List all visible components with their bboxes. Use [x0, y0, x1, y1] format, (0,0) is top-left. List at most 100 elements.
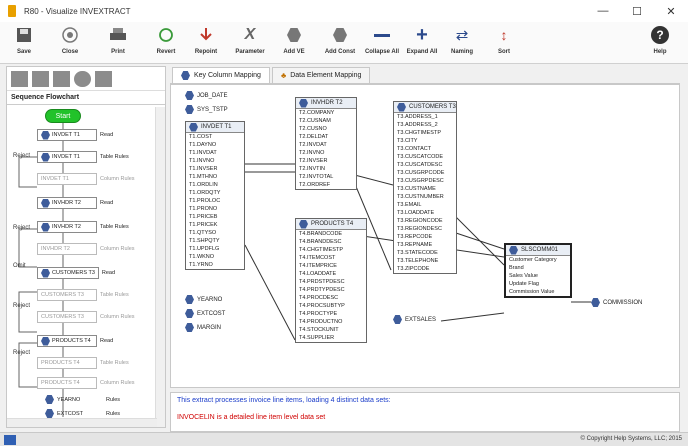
table-column-row[interactable]: T3.CUSGRPDESC: [394, 177, 456, 185]
flow-node-products-read[interactable]: PRODUCTS T4 Read: [37, 335, 113, 347]
table-header[interactable]: INVDET T1: [186, 122, 244, 133]
table-column-row[interactable]: T1.YRNO: [186, 261, 244, 269]
table-column-row[interactable]: T2.CUSNO: [296, 125, 356, 133]
expand-all-button[interactable]: + Expand All: [400, 24, 444, 55]
table-column-row[interactable]: T2.CUSNAM: [296, 117, 356, 125]
start-node[interactable]: Start: [45, 109, 81, 123]
revert-button[interactable]: Revert: [144, 24, 188, 55]
tab-key-column-mapping[interactable]: Key Column Mapping: [172, 67, 270, 83]
table-column-row[interactable]: T4.ITEMPRICE: [296, 262, 366, 270]
table-column-row[interactable]: T4.PROCTYPE: [296, 310, 366, 318]
table-column-row[interactable]: T3.CONTACT: [394, 145, 456, 153]
table-column-row[interactable]: T4.ITEMCOST: [296, 254, 366, 262]
hexagon-shape-icon[interactable]: [95, 71, 112, 87]
table-column-row[interactable]: T1.PRICEK: [186, 221, 244, 229]
flow-node-products-column[interactable]: PRODUCTS T4 Column Rules: [37, 377, 135, 389]
table-view-icon[interactable]: [53, 71, 70, 87]
table-header[interactable]: SLSCOMM01: [506, 245, 570, 256]
table-column-row[interactable]: T4.BRANDCODE: [296, 230, 366, 238]
save-button[interactable]: Save: [2, 24, 46, 55]
table-column-row[interactable]: T3.REPNAME: [394, 241, 456, 249]
flow-node-invdet-column[interactable]: INVDET T1 Column Rules: [37, 173, 135, 185]
add-const-button[interactable]: Add Const: [318, 24, 362, 55]
table-column-row[interactable]: T1.INVSER: [186, 165, 244, 173]
table-column-row[interactable]: T3.CUSCATCODE: [394, 153, 456, 161]
table-products[interactable]: PRODUCTS T4 T4.BRANDCODE T4.BRANDDESC T4.C…: [295, 218, 367, 343]
table-column-row[interactable]: T1.PRICEB: [186, 213, 244, 221]
table-column-row[interactable]: T4.PRODUCTNO: [296, 318, 366, 326]
maximize-button[interactable]: ☐: [620, 0, 654, 22]
table-column-row[interactable]: T4.PRDSTPDESC: [296, 278, 366, 286]
variable-margin[interactable]: MARGIN: [185, 323, 221, 332]
variable-extcost[interactable]: EXTCOST: [185, 309, 225, 318]
flowchart-vertical-scrollbar[interactable]: [155, 107, 165, 427]
table-column-row[interactable]: T3.ZIPCODE: [394, 265, 456, 273]
table-header[interactable]: CUSTOMERS T3: [394, 102, 456, 113]
table-column-row[interactable]: T3.CUSTNUMBER: [394, 193, 456, 201]
table-column-row[interactable]: T2.INVDAT: [296, 141, 356, 149]
table-column-row[interactable]: T1.QTYSO: [186, 229, 244, 237]
table-column-row[interactable]: Sales Value: [506, 272, 570, 280]
table-column-row[interactable]: T2.ORDREF: [296, 181, 356, 189]
table-column-row[interactable]: T3.REGIONCODE: [394, 217, 456, 225]
grid-view-icon[interactable]: [32, 71, 49, 87]
table-column-row[interactable]: T1.WKNO: [186, 253, 244, 261]
flow-node-invdet-read[interactable]: INVDET T1 Read: [37, 129, 113, 141]
table-customers[interactable]: CUSTOMERS T3 T3.ADDRESS_1 T3.ADDRESS_2 T3.…: [393, 101, 457, 274]
flowchart-horizontal-scrollbar[interactable]: [7, 418, 157, 427]
table-column-row[interactable]: T3.REPCODE: [394, 233, 456, 241]
table-column-row[interactable]: T4.STOCKUNIT: [296, 326, 366, 334]
table-column-row[interactable]: T1.MTHNO: [186, 173, 244, 181]
naming-button[interactable]: ⇄ Naming: [440, 24, 484, 55]
table-column-row[interactable]: T2.INVTIN: [296, 165, 356, 173]
collapse-all-button[interactable]: Collapse All: [360, 24, 404, 55]
table-column-row[interactable]: Brand: [506, 264, 570, 272]
table-column-row[interactable]: T3.CUSGRPCODE: [394, 169, 456, 177]
variable-job-date[interactable]: JOB_DATE: [185, 91, 228, 100]
flow-node-invhdr-read[interactable]: INVHDR T2 Read: [37, 197, 113, 209]
table-column-row[interactable]: Commission Value: [506, 288, 570, 296]
close-window-button[interactable]: ✕: [654, 0, 688, 22]
table-column-row[interactable]: T1.PRONO: [186, 205, 244, 213]
table-column-row[interactable]: Update Flag: [506, 280, 570, 288]
table-column-row[interactable]: T2.COMPANY: [296, 109, 356, 117]
table-column-row[interactable]: T2.INVNO: [296, 149, 356, 157]
table-header[interactable]: PRODUCTS T4: [296, 219, 366, 230]
parameter-button[interactable]: X Parameter: [228, 24, 272, 55]
variable-extsales[interactable]: EXTSALES: [393, 315, 436, 324]
table-column-row[interactable]: T2.DELDAT: [296, 133, 356, 141]
table-column-row[interactable]: T3.CITY: [394, 137, 456, 145]
flow-node-yearno[interactable]: YEARNO Rules: [45, 395, 120, 404]
circle-shape-icon[interactable]: [74, 71, 91, 87]
sort-button[interactable]: ↕ Sort: [482, 24, 526, 55]
table-column-row[interactable]: T3.ADDRESS_2: [394, 121, 456, 129]
table-column-row[interactable]: T4.CHGTIMESTP: [296, 246, 366, 254]
flow-node-products-table[interactable]: PRODUCTS T4 Table Rules: [37, 357, 129, 369]
table-column-row[interactable]: T4.PROCDESC: [296, 294, 366, 302]
table-column-row[interactable]: T3.STATECODE: [394, 249, 456, 257]
table-column-row[interactable]: T4.SUPPLIER: [296, 334, 366, 342]
flow-node-extcost[interactable]: EXTCOST Rules: [45, 409, 120, 418]
flow-node-customers-read[interactable]: CUSTOMERS T3 Read: [37, 267, 115, 279]
print-button[interactable]: Print: [96, 24, 140, 55]
flow-node-invdet-table[interactable]: INVDET T1 Table Rules: [37, 151, 129, 163]
table-column-row[interactable]: T3.LOADDATE: [394, 209, 456, 217]
table-column-row[interactable]: T1.DAYNO: [186, 141, 244, 149]
table-column-row[interactable]: T1.INVNO: [186, 157, 244, 165]
table-column-row[interactable]: T1.ORDQTY: [186, 189, 244, 197]
table-invdet[interactable]: INVDET T1 T1.COST T1.DAYNO T1.INVDAT T1.INV…: [185, 121, 245, 270]
table-column-row[interactable]: T2.INVTOTAL: [296, 173, 356, 181]
variable-sys-tstp[interactable]: SYS_TSTP: [185, 105, 228, 114]
table-column-row[interactable]: T1.SHPQTY: [186, 237, 244, 245]
table-column-row[interactable]: T4.PROCSUBTYP: [296, 302, 366, 310]
table-slscomm01[interactable]: SLSCOMM01 Customer Category Brand Sales Va…: [504, 243, 572, 298]
table-column-row[interactable]: T1.PROLOC: [186, 197, 244, 205]
table-column-row[interactable]: T3.EMAIL: [394, 201, 456, 209]
table-column-row[interactable]: T1.ORDLIN: [186, 181, 244, 189]
table-column-row[interactable]: T3.CHGTIMESTP: [394, 129, 456, 137]
table-invhdr[interactable]: INVHDR T2 T2.COMPANY T2.CUSNAM T2.CUSNO T2.…: [295, 97, 357, 190]
tab-data-element-mapping[interactable]: ♣ Data Element Mapping: [271, 67, 371, 83]
list-view-icon[interactable]: [11, 71, 28, 87]
table-column-row[interactable]: T3.REGIONDESC: [394, 225, 456, 233]
table-column-row[interactable]: T4.PRDTYPDESC: [296, 286, 366, 294]
